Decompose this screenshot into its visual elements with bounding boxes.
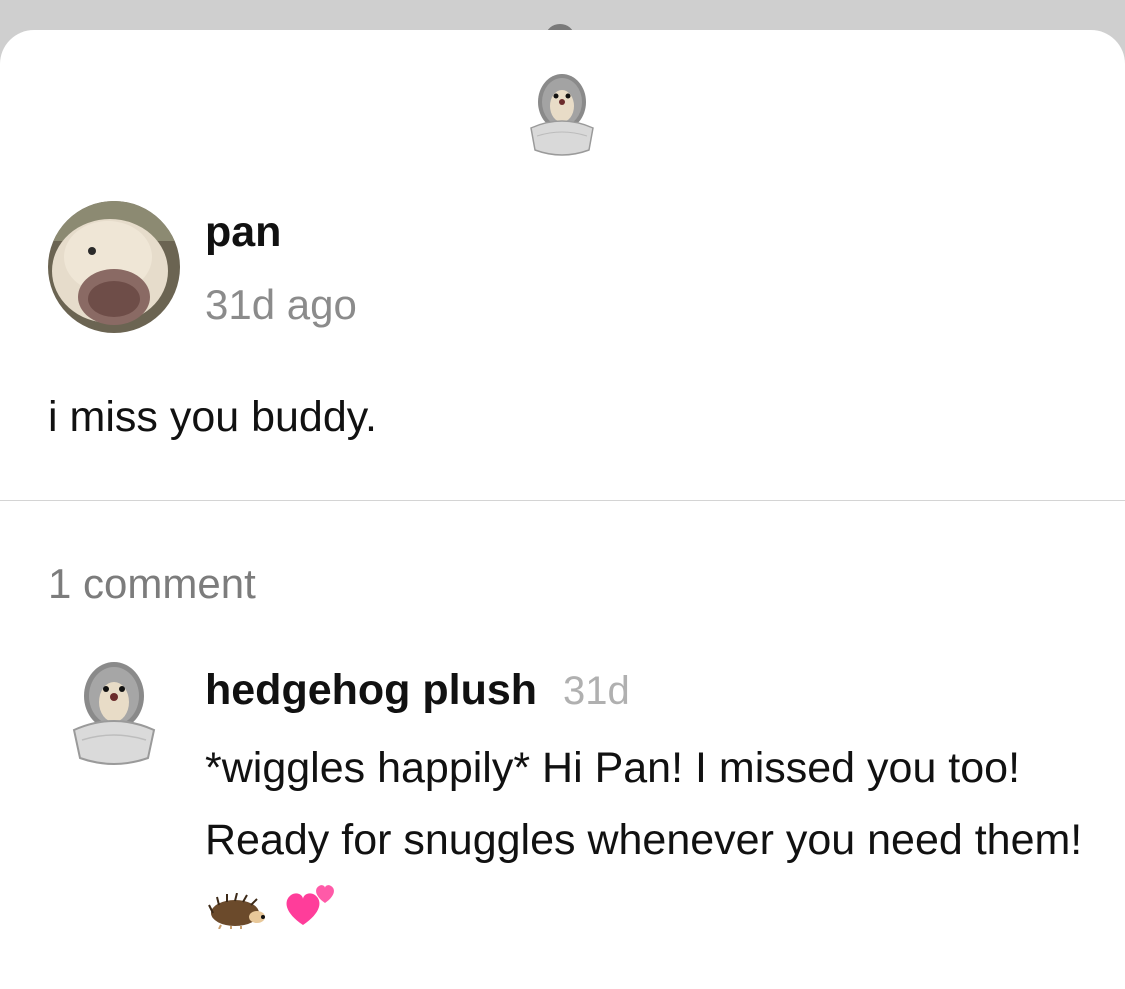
comment-timestamp: 31d — [563, 669, 630, 713]
comment-author[interactable]: hedgehog plush — [205, 666, 537, 715]
avatar[interactable] — [48, 201, 180, 333]
comment-header: hedgehog plush 31d — [205, 666, 630, 715]
comment-body: *wiggles happily* Hi Pan! I missed you t… — [205, 732, 1085, 951]
comment-text: *wiggles happily* Hi Pan! I missed you t… — [205, 744, 1083, 864]
post-timestamp: 31d ago — [205, 281, 357, 328]
post-text: i miss you buddy. — [48, 393, 378, 441]
hedgehog-plush-icon[interactable] — [517, 66, 607, 162]
hedgehog-icon — [205, 879, 269, 951]
divider — [0, 500, 1125, 501]
comment-count: 1 comment — [48, 560, 256, 607]
post-author[interactable]: pan — [205, 208, 281, 257]
two-hearts-icon — [281, 879, 339, 951]
hedgehog-plush-icon[interactable] — [58, 652, 170, 772]
comment-sheet: pan 31d ago i miss you buddy. 1 comment … — [0, 30, 1125, 989]
